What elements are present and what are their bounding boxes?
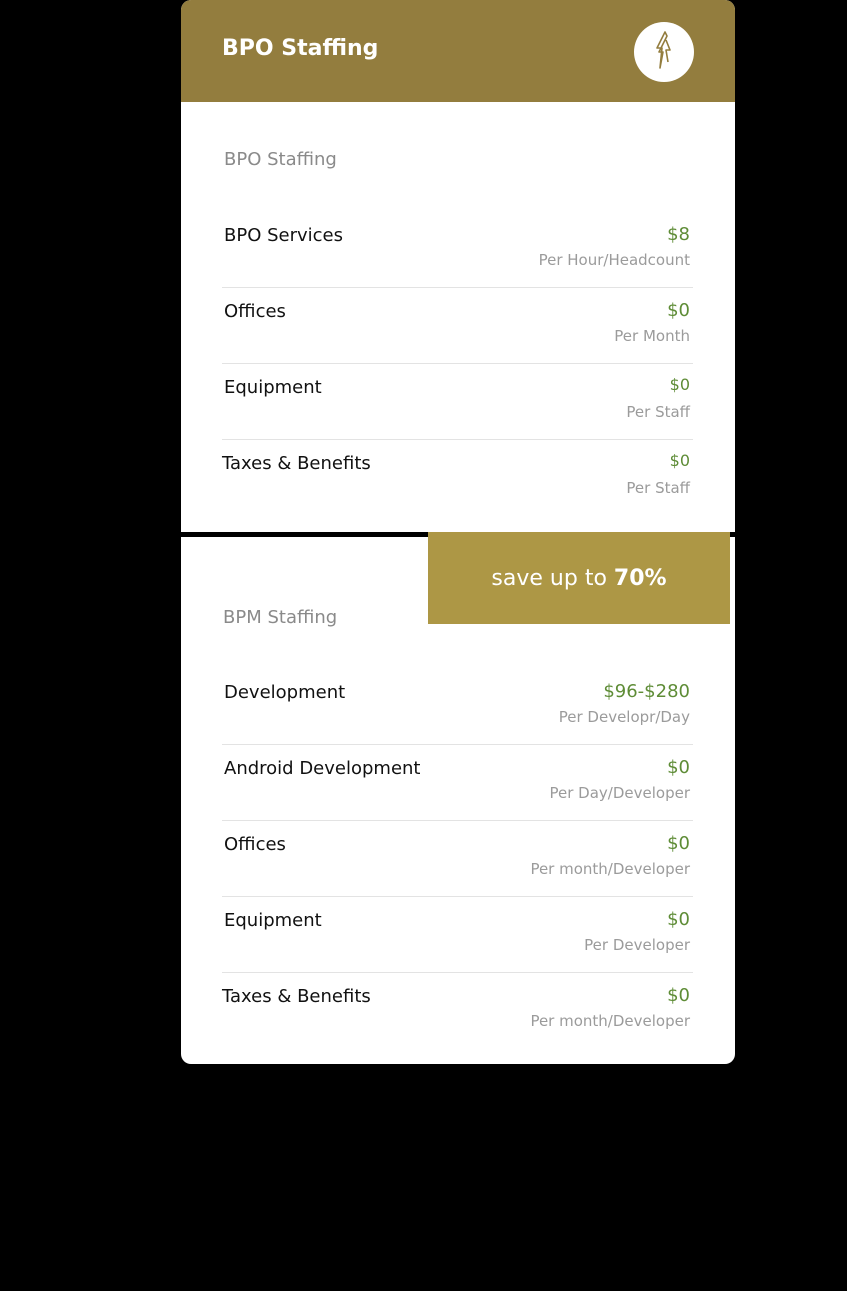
logo-badge	[634, 22, 694, 82]
row-label: BPO Services	[224, 225, 343, 246]
row-label: Offices	[224, 834, 286, 855]
bpo-staffing-card: BPO Staffing BPO Staffing BPO Services $…	[181, 0, 735, 532]
row-unit: Per Staff	[626, 403, 690, 421]
row-unit: Per Month	[614, 327, 690, 345]
price-row-bpo-services: BPO Services $8 Per Hour/Headcount	[222, 211, 693, 288]
row-price: $0	[667, 833, 690, 854]
row-price: $8	[667, 224, 690, 245]
row-label: Taxes & Benefits	[222, 986, 371, 1007]
header-title: BPO Staffing	[222, 36, 379, 61]
price-row-equipment: Equipment $0 Per Developer	[222, 896, 693, 973]
row-price: $0	[667, 985, 690, 1006]
card-header: BPO Staffing	[181, 0, 735, 102]
arrow-bolt-logo-icon	[651, 30, 677, 74]
price-row-offices: Offices $0 Per month/Developer	[222, 820, 693, 897]
row-price: $0	[667, 757, 690, 778]
row-label: Development	[224, 682, 346, 703]
row-price: $0	[669, 375, 690, 394]
row-unit: Per month/Developer	[530, 860, 690, 878]
row-unit: Per Developr/Day	[558, 708, 690, 726]
savings-badge-text: save up to	[491, 565, 607, 591]
row-unit: Per Day/Developer	[549, 784, 691, 802]
price-row-android-development: Android Development $0 Per Day/Developer	[222, 744, 693, 821]
row-price: $0	[667, 909, 690, 930]
price-row-taxes-benefits: Taxes & Benefits $0 Per Staff	[222, 439, 693, 515]
savings-badge: save up to 70%	[428, 532, 730, 624]
row-label: Android Development	[224, 758, 421, 779]
row-unit: Per Developer	[584, 936, 690, 954]
row-label: Equipment	[224, 377, 322, 398]
row-price: $0	[669, 451, 690, 470]
row-unit: Per Hour/Headcount	[538, 251, 690, 269]
row-price: $0	[667, 300, 690, 321]
bpm-section-label: BPM Staffing	[223, 607, 338, 628]
row-label: Equipment	[224, 910, 322, 931]
bpo-section-label: BPO Staffing	[224, 149, 337, 170]
row-unit: Per month/Developer	[530, 1012, 690, 1030]
savings-badge-percent: 70%	[613, 565, 667, 591]
price-row-offices: Offices $0 Per Month	[222, 287, 693, 364]
row-label: Offices	[224, 301, 286, 322]
row-unit: Per Staff	[626, 479, 690, 497]
price-row-equipment: Equipment $0 Per Staff	[222, 363, 693, 440]
price-row-taxes-benefits: Taxes & Benefits $0 Per month/Developer	[222, 972, 693, 1048]
price-row-development: Development $96-$280 Per Developr/Day	[222, 668, 693, 745]
row-label: Taxes & Benefits	[222, 453, 371, 474]
row-price: $96-$280	[603, 681, 690, 702]
